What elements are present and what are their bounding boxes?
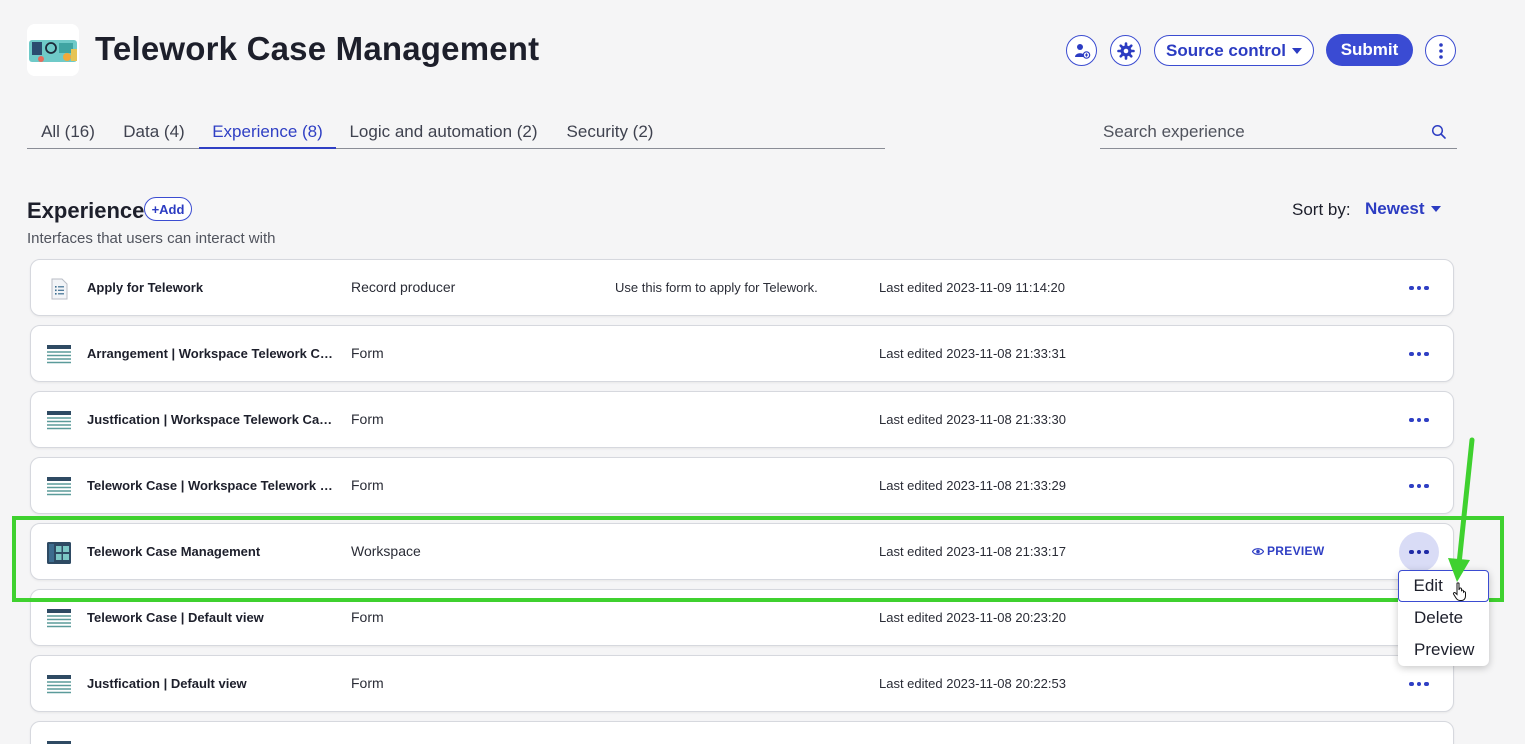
tab-security[interactable]: Security (2) [557, 116, 663, 149]
item-type: Record producer [351, 279, 456, 295]
menu-item-edit[interactable]: Edit [1398, 570, 1489, 602]
menu-item-delete[interactable]: Delete [1398, 602, 1489, 634]
item-last-edited: Last edited 2023-11-08 20:23:20 [879, 610, 1066, 625]
item-last-edited: Last edited 2023-11-08 21:33:17 [879, 544, 1066, 559]
item-name[interactable]: Telework Case Management [87, 544, 337, 559]
row-more-button[interactable] [1399, 273, 1439, 303]
row-more-button[interactable] [1399, 339, 1439, 369]
eye-icon [1252, 547, 1264, 555]
context-menu: Edit Delete Preview [1398, 570, 1489, 666]
row-more-button[interactable] [1399, 471, 1439, 501]
list-item[interactable]: Justfication | Default view Form Last ed… [30, 655, 1454, 712]
item-name[interactable]: Arrangement | Workspace Telework Case Ma… [87, 346, 337, 361]
form-icon [47, 675, 71, 695]
item-name[interactable]: Justfication | Workspace Telework Case M… [87, 412, 337, 427]
list-item[interactable]: Telework Case | Workspace Telework Case … [30, 457, 1454, 514]
form-icon [47, 741, 71, 744]
tab-logic-and-automation[interactable]: Logic and automation (2) [342, 116, 545, 149]
list-item[interactable]: Telework Case | Default view Form Last e… [30, 589, 1454, 646]
more-actions-button[interactable] [1425, 35, 1456, 66]
search-icon[interactable] [1431, 124, 1447, 140]
chevron-down-icon [1291, 47, 1302, 54]
menu-item-preview[interactable]: Preview [1398, 634, 1489, 666]
item-type: Form [351, 477, 384, 493]
section-title: Experience [27, 198, 145, 223]
item-type: Workspace [351, 543, 421, 559]
settings-button[interactable] [1110, 35, 1141, 66]
record-producer-icon [51, 278, 68, 300]
source-control-label: Source control [1166, 40, 1286, 60]
chevron-down-icon [1430, 206, 1441, 212]
preview-label: PREVIEW [1267, 544, 1325, 558]
list-item[interactable]: Justfication | Workspace Telework Case M… [30, 391, 1454, 448]
page-title: Telework Case Management [95, 30, 540, 67]
workspace-icon [47, 542, 71, 564]
tab-experience[interactable]: Experience (8) [199, 116, 336, 149]
row-more-button[interactable] [1399, 669, 1439, 699]
item-description: Use this form to apply for Telework. [615, 280, 818, 295]
item-type: Form [351, 345, 384, 361]
tab-bar: All (16) Data (4) Experience (8) Logic a… [27, 116, 885, 149]
add-button[interactable]: +Add [144, 197, 192, 221]
search-box [1100, 116, 1457, 149]
tab-all[interactable]: All (16) [27, 116, 109, 149]
sort-value: Newest [1365, 199, 1425, 218]
vertical-ellipsis-icon [1438, 42, 1443, 59]
list-item[interactable] [30, 721, 1454, 744]
form-icon [47, 609, 71, 629]
gear-icon [1116, 41, 1135, 60]
item-name[interactable]: Telework Case | Workspace Telework Case … [87, 478, 337, 493]
item-last-edited: Last edited 2023-11-08 21:33:30 [879, 412, 1066, 427]
form-icon [47, 411, 71, 431]
item-name[interactable]: Justfication | Default view [87, 676, 337, 691]
item-last-edited: Last edited 2023-11-08 21:33:29 [879, 478, 1066, 493]
sort-dropdown[interactable]: Newest [1365, 199, 1441, 219]
preview-link[interactable]: PREVIEW [1252, 544, 1324, 558]
collaborators-button[interactable] [1066, 35, 1097, 66]
form-icon [47, 345, 71, 365]
item-last-edited: Last edited 2023-11-08 20:22:53 [879, 676, 1066, 691]
collaborators-icon [1074, 43, 1090, 59]
sort-label: Sort by: [1292, 200, 1351, 219]
item-name[interactable]: Apply for Telework [87, 280, 337, 295]
source-control-button[interactable]: Source control [1154, 35, 1314, 66]
item-type: Form [351, 609, 384, 625]
item-type: Form [351, 675, 384, 691]
item-type: Form [351, 411, 384, 427]
item-last-edited: Last edited 2023-11-09 11:14:20 [879, 280, 1065, 295]
submit-button[interactable]: Submit [1326, 34, 1413, 66]
row-more-button-active[interactable] [1399, 532, 1439, 572]
search-input[interactable] [1100, 122, 1420, 142]
list-item[interactable]: Apply for Telework Record producer Use t… [30, 259, 1454, 316]
tab-data[interactable]: Data (4) [115, 116, 193, 149]
item-last-edited: Last edited 2023-11-08 21:33:31 [879, 346, 1066, 361]
form-icon [47, 477, 71, 497]
list-item[interactable]: Telework Case Management Workspace Last … [30, 523, 1454, 580]
item-name[interactable]: Telework Case | Default view [87, 610, 337, 625]
app-logo [27, 24, 79, 76]
section-subtitle: Interfaces that users can interact with [27, 230, 276, 247]
list-item[interactable]: Arrangement | Workspace Telework Case Ma… [30, 325, 1454, 382]
row-more-button[interactable] [1399, 405, 1439, 435]
